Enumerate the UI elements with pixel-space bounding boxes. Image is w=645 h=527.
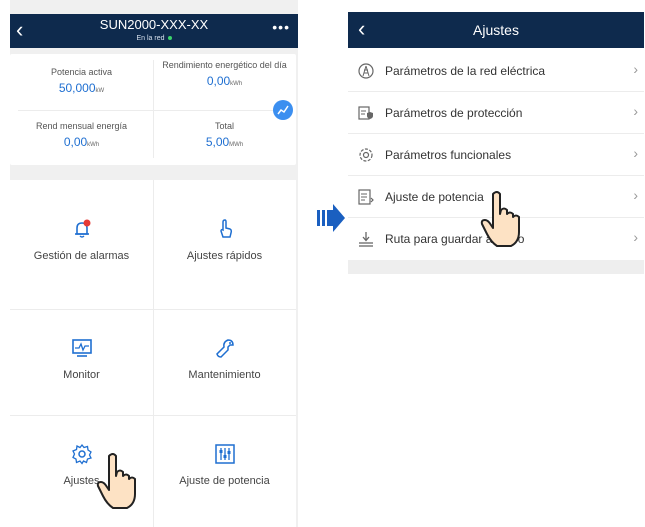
list-footer xyxy=(348,260,644,274)
stat-label: Rend mensual energía xyxy=(35,121,128,131)
menu-item-label: Ajuste de potencia xyxy=(385,190,484,204)
menu-item-label: Parámetros de la red eléctrica xyxy=(385,64,546,78)
stat-label: Total xyxy=(214,121,234,131)
tile-label: Monitor xyxy=(63,369,100,381)
alarm-management-tile[interactable]: Gestión de alarmas xyxy=(10,218,153,262)
chevron-right-icon: › xyxy=(633,229,638,245)
title-bar: ‹ SUN2000-XXX-XX En la red ••• xyxy=(10,14,298,48)
chart-icon xyxy=(277,105,289,115)
stat-value: 50,000kW xyxy=(58,81,105,95)
power-adjust-icon xyxy=(214,444,235,464)
quick-settings-tile[interactable]: Ajustes rápidos xyxy=(153,218,296,262)
title-bar: ‹ Ajustes xyxy=(348,12,644,48)
menu-item-grid-params[interactable]: Parámetros de la red eléctrica › xyxy=(348,50,644,92)
stat-value: 5,00MWh xyxy=(205,135,244,149)
grid-params-icon xyxy=(358,63,374,79)
tile-label: Mantenimiento xyxy=(188,369,261,381)
energy-stats-card: Potencia activa 50,000kW Rendimiento ene… xyxy=(10,54,296,165)
pointer-hand-icon xyxy=(96,453,136,509)
save-path-icon xyxy=(359,232,373,247)
monitor-icon xyxy=(71,339,92,357)
quick-settings-icon xyxy=(219,219,232,238)
total-yield-stat: Total 5,00MWh xyxy=(153,121,296,149)
pointer-hand-icon xyxy=(480,191,520,247)
power-adjust-tile[interactable]: Ajuste de potencia xyxy=(153,443,296,487)
right-phone-screen: ‹ Ajustes Parámetros de la red eléctrica… xyxy=(348,12,644,527)
stat-value: 0,00kWh xyxy=(63,135,100,149)
device-title: SUN2000-XXX-XX xyxy=(99,17,209,32)
wrench-icon xyxy=(215,339,234,358)
divider xyxy=(10,309,296,310)
active-power-stat: Potencia activa 50,000kW xyxy=(10,67,153,95)
connection-status: En la red xyxy=(10,35,298,42)
daily-yield-stat: Rendimiento energético del día 0,00kWh xyxy=(153,60,296,88)
tile-label: Gestión de alarmas xyxy=(33,250,130,262)
monitor-tile[interactable]: Monitor xyxy=(10,337,153,381)
menu-item-protection-params[interactable]: Parámetros de protección › xyxy=(348,92,644,134)
page-title: Ajustes xyxy=(473,22,519,38)
monthly-yield-stat: Rend mensual energía 0,00kWh xyxy=(10,121,153,149)
online-dot-icon xyxy=(167,36,172,41)
chevron-right-icon: › xyxy=(633,145,638,161)
chevron-right-icon: › xyxy=(633,187,638,203)
menu-item-label: Parámetros de protección xyxy=(385,106,523,120)
power-adjust-icon xyxy=(358,189,374,205)
transition-arrow-icon xyxy=(317,204,345,232)
stat-label: Potencia activa xyxy=(50,67,113,77)
stat-value: 0,00kWh xyxy=(206,74,243,88)
tile-label: Ajuste de potencia xyxy=(179,475,270,487)
bell-icon xyxy=(74,219,90,238)
gear-icon xyxy=(71,443,92,465)
menu-item-label: Parámetros funcionales xyxy=(385,148,512,162)
chevron-right-icon: › xyxy=(633,103,638,119)
maintenance-tile[interactable]: Mantenimiento xyxy=(153,337,296,381)
divider xyxy=(18,110,288,111)
stat-label: Rendimiento energético del día xyxy=(162,60,287,70)
tile-label: Ajustes rápidos xyxy=(186,250,263,262)
function-grid: Gestión de alarmas Ajustes rápidos Monit… xyxy=(10,180,296,527)
more-icon[interactable]: ••• xyxy=(272,19,290,35)
functional-params-icon xyxy=(359,148,373,162)
chevron-right-icon: › xyxy=(633,61,638,77)
chart-button[interactable] xyxy=(273,100,293,120)
divider xyxy=(10,415,296,416)
protection-icon xyxy=(358,106,373,120)
menu-item-functional-params[interactable]: Parámetros funcionales › xyxy=(348,134,644,176)
